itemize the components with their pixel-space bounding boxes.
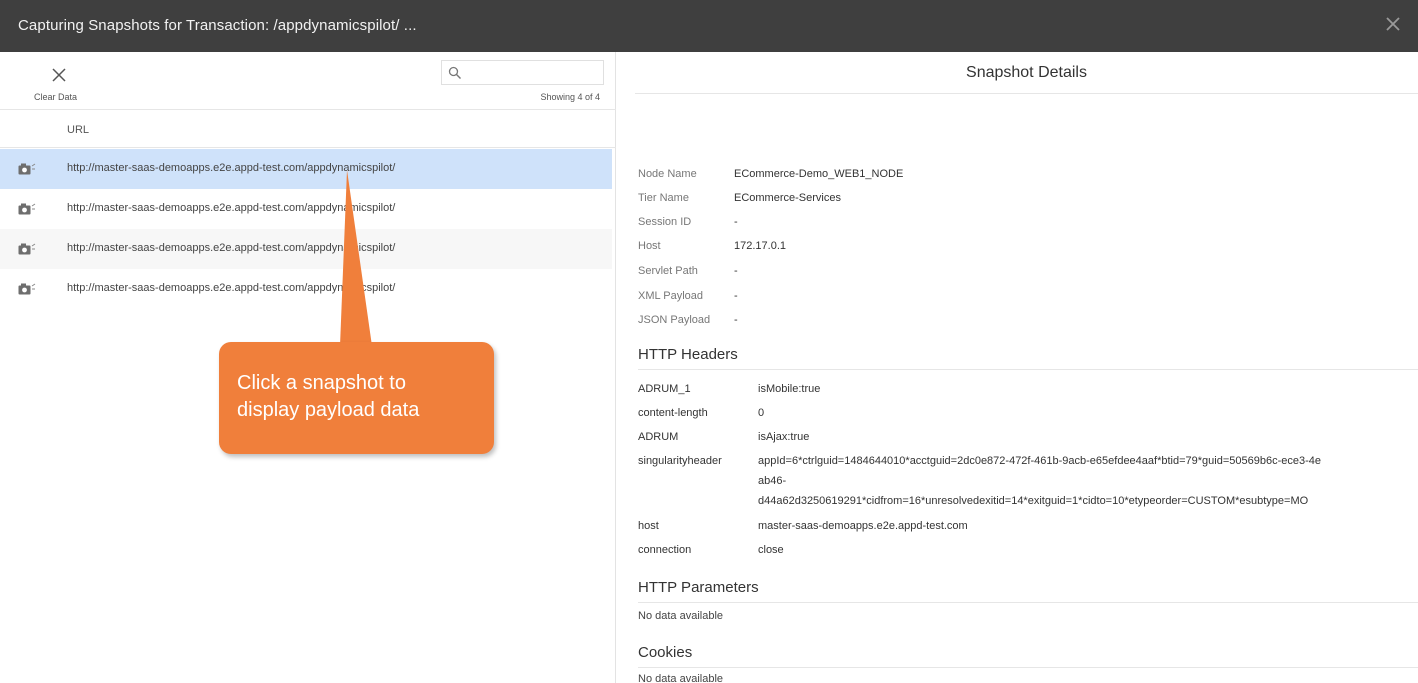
field-label: JSON Payload (638, 314, 711, 326)
header-value: master-saas-demoapps.e2e.appd-test.com (758, 520, 968, 532)
details-title: Snapshot Details (635, 52, 1418, 94)
header-key: ADRUM_1 (638, 383, 691, 395)
header-value: 0 (758, 407, 765, 419)
header-value: isAjax:true (758, 431, 810, 443)
header-key: connection (638, 544, 692, 556)
clear-data-button[interactable]: Clear Data (30, 64, 90, 108)
cookies-empty: No data available (638, 673, 724, 683)
camera-icon (18, 203, 36, 221)
close-icon (52, 68, 66, 82)
table-row[interactable]: http://master-saas-demoapps.e2e.appd-tes… (0, 189, 612, 229)
callout-bubble: Click a snapshot to display payload data (219, 342, 494, 454)
camera-icon (18, 243, 36, 261)
field-label: Host (638, 240, 661, 252)
table-row[interactable]: http://master-saas-demoapps.e2e.appd-tes… (0, 229, 612, 269)
callout-text: Click a snapshot to display payload data (237, 370, 419, 424)
header-key: ADRUM (638, 431, 679, 443)
field-value: 172.17.0.1 (734, 240, 786, 252)
field-value: - (734, 216, 738, 228)
snapshot-details-panel: Snapshot Details Node Name ECommerce-Dem… (617, 52, 1418, 683)
row-url: http://master-saas-demoapps.e2e.appd-tes… (67, 282, 396, 294)
field-label: Node Name (638, 168, 697, 180)
row-url: http://master-saas-demoapps.e2e.appd-tes… (67, 242, 396, 254)
table-header: URL (0, 112, 616, 148)
header-value: d44a62d3250619291*cidfrom=16*unresolvede… (758, 495, 1309, 507)
field-label: Tier Name (638, 192, 689, 204)
result-count: Showing 4 of 4 (540, 92, 600, 102)
field-value: - (734, 290, 738, 302)
list-toolbar: Clear Data Showing 4 of 4 (0, 52, 616, 110)
header-value: isMobile:true (758, 383, 821, 395)
field-value: ECommerce-Demo_WEB1_NODE (734, 168, 904, 180)
header-value: appId=6*ctrlguid=1484644010*acctguid=2dc… (758, 455, 1321, 467)
section-http-parameters: HTTP Parameters (638, 579, 1418, 603)
section-cookies: Cookies (638, 644, 1418, 668)
callout-line-2: display payload data (237, 399, 420, 421)
table-row[interactable]: http://master-saas-demoapps.e2e.appd-tes… (0, 149, 612, 189)
header-key: content-length (638, 407, 708, 419)
field-label: Session ID (638, 216, 692, 228)
section-http-headers: HTTP Headers (638, 346, 1418, 370)
search-icon (448, 66, 461, 79)
http-parameters-empty: No data available (638, 610, 724, 622)
window-titlebar: Capturing Snapshots for Transaction: /ap… (0, 0, 1418, 52)
header-key: singularityheader (638, 455, 722, 467)
camera-icon (18, 283, 36, 301)
field-value: - (734, 314, 738, 326)
field-value: ECommerce-Services (734, 192, 841, 204)
clear-data-label: Clear Data (34, 92, 78, 102)
header-value: ab46- (758, 475, 787, 487)
row-url: http://master-saas-demoapps.e2e.appd-tes… (67, 202, 396, 214)
field-value: - (734, 265, 738, 277)
field-label: Servlet Path (638, 265, 698, 277)
header-value: close (758, 544, 784, 556)
header-key: host (638, 520, 659, 532)
column-header-url: URL (67, 124, 90, 136)
field-label: XML Payload (638, 290, 704, 302)
search-input[interactable] (441, 60, 604, 85)
row-url: http://master-saas-demoapps.e2e.appd-tes… (67, 162, 396, 174)
camera-icon (18, 163, 36, 181)
callout-line-1: Click a snapshot to (237, 372, 406, 394)
table-row[interactable]: http://master-saas-demoapps.e2e.appd-tes… (0, 269, 612, 309)
close-icon[interactable] (1382, 13, 1404, 35)
window-title: Capturing Snapshots for Transaction: /ap… (18, 17, 417, 34)
